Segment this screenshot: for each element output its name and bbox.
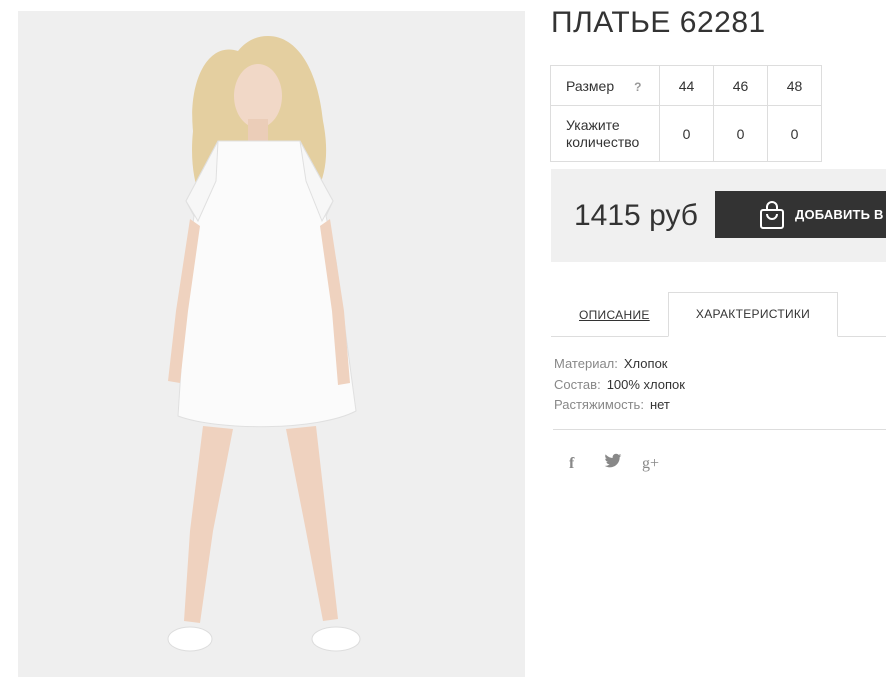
dress-photo-illustration [18, 11, 525, 677]
svg-text:f: f [569, 455, 575, 471]
spec-material: Материал: Хлопок [554, 354, 685, 375]
size-table: Размер? 44 46 48 Укажите количество 0 0 … [550, 65, 822, 162]
add-to-order-button[interactable]: ДОБАВИТЬ В ЗАКАЗ [715, 191, 886, 238]
spec-stretch: Растяжимость: нет [554, 395, 685, 416]
twitter-glyph [604, 453, 622, 468]
facebook-glyph: f [569, 455, 575, 472]
price: 1415 руб [574, 199, 698, 232]
size-help-icon[interactable]: ? [634, 80, 641, 94]
spec-composition: Состав: 100% хлопок [554, 375, 685, 396]
divider [553, 429, 886, 430]
tab-description[interactable]: ОПИСАНИЕ [579, 308, 650, 322]
spec-key: Материал: [554, 356, 618, 371]
size-row: Размер? 44 46 48 [550, 65, 822, 106]
svg-text:g+: g+ [642, 455, 659, 472]
size-label-cell: Размер? [550, 65, 660, 106]
specs-list: Материал: Хлопок Состав: 100% хлопок Растя… [554, 354, 685, 416]
shopping-bag-icon [760, 201, 784, 229]
size-44: 44 [659, 65, 714, 106]
spec-key: Состав: [554, 376, 601, 392]
facebook-icon[interactable]: f [566, 453, 604, 473]
tab-characteristics[interactable]: ХАРАКТЕРИСТИКИ [668, 292, 838, 337]
google-plus-glyph: g+ [642, 455, 659, 472]
quantity-input-48[interactable]: 0 [767, 105, 822, 162]
add-to-order-label: ДОБАВИТЬ В ЗАКАЗ [795, 207, 886, 222]
twitter-icon[interactable] [604, 453, 642, 473]
size-46: 46 [713, 65, 768, 106]
spec-value: 100% хлопок [606, 376, 685, 392]
google-plus-icon[interactable]: g+ [642, 453, 680, 473]
size-label: Размер [566, 77, 615, 94]
quantity-label: Укажите количество [550, 105, 660, 162]
spec-key: Растяжимость: [554, 397, 644, 412]
size-48: 48 [767, 65, 822, 106]
price-box: 1415 руб ДОБАВИТЬ В ЗАКАЗ [551, 169, 886, 262]
product-title: ПЛАТЬЕ 62281 [551, 6, 766, 39]
spec-value: Хлопок [623, 356, 668, 371]
product-image[interactable] [18, 11, 525, 677]
spec-value: нет [649, 397, 670, 412]
quantity-row: Укажите количество 0 0 0 [550, 105, 822, 162]
quantity-input-46[interactable]: 0 [713, 105, 768, 162]
quantity-input-44[interactable]: 0 [659, 105, 714, 162]
product-tabs: ОПИСАНИЕ ХАРАКТЕРИСТИКИ [551, 292, 886, 337]
social-share: f g+ [566, 453, 680, 473]
